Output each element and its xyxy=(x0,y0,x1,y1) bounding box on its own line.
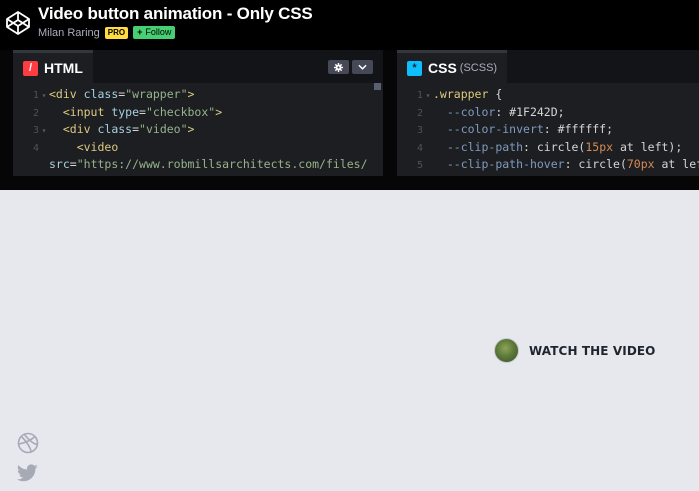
follow-label: Follow xyxy=(145,27,172,37)
tab-css-preprocessor: (SCSS) xyxy=(459,62,498,74)
code-token: --clip-path xyxy=(446,139,524,154)
code-token: { xyxy=(488,87,503,101)
code-line: 4 --clip-path: circle(15px at left); xyxy=(397,139,699,157)
author-name[interactable]: Milan Raring xyxy=(38,27,100,39)
line-number: 3 xyxy=(416,125,423,136)
code-line: 1 ▾ .wrapper { xyxy=(397,86,699,104)
css-pane-header: * CSS (SCSS) xyxy=(397,50,699,83)
code-token: > xyxy=(187,87,195,101)
result-preview: WATCH THE VIDEO xyxy=(0,190,699,491)
code-line: 5 --clip-path-hover: circle(70px at left… xyxy=(397,156,699,174)
author-row: Milan Raring PRO + Follow xyxy=(38,25,176,40)
line-number: 4 xyxy=(32,142,39,154)
line-number: 1 xyxy=(32,90,39,101)
code-line: 4 <video xyxy=(13,139,383,157)
twitter-icon[interactable] xyxy=(17,464,38,482)
tab-css[interactable]: * CSS (SCSS) xyxy=(397,50,508,83)
code-token: : circle( xyxy=(564,157,627,171)
fold-arrow-icon[interactable]: ▾ xyxy=(39,122,49,140)
html-code[interactable]: 1 ▾ <div class="wrapper"> 2 <input type="c… xyxy=(13,86,383,174)
code-token: type xyxy=(111,104,140,119)
video-thumbnail[interactable] xyxy=(494,338,519,363)
collapse-button[interactable] xyxy=(352,60,373,74)
tab-html[interactable]: / HTML xyxy=(13,50,93,83)
code-token: --color-invert xyxy=(446,122,544,136)
code-line: 2 <input type="checkbox"> xyxy=(13,104,383,122)
follow-button[interactable]: + Follow xyxy=(133,26,176,39)
header-bar: Video button animation - Only CSS Milan … xyxy=(0,0,699,50)
fold-arrow-icon[interactable]: ▾ xyxy=(423,87,433,105)
dribbble-icon[interactable] xyxy=(17,432,39,454)
line-number: 5 xyxy=(416,160,423,171)
code-token: --clip-path-hover xyxy=(446,157,565,171)
line-number: 4 xyxy=(416,142,423,154)
css-editor-pane: * CSS (SCSS) 1 ▾ .wrapper { 2 --color: #1F… xyxy=(397,50,699,176)
code-token: <input xyxy=(62,104,112,119)
code-token: 70px xyxy=(626,157,655,171)
code-token: = xyxy=(132,122,140,136)
code-token: at left); xyxy=(613,139,683,154)
pen-title[interactable]: Video button animation - Only CSS xyxy=(38,4,313,24)
code-token: "checkbox" xyxy=(145,104,216,119)
chevron-down-icon xyxy=(358,64,367,70)
fold-arrow-icon[interactable]: ▾ xyxy=(39,87,49,105)
code-line: src="https://www.robmillsarchitects.com/… xyxy=(13,156,383,174)
code-token: class xyxy=(83,87,119,101)
plus-icon: + xyxy=(137,27,143,37)
gear-icon xyxy=(334,62,343,72)
codepen-logo-icon[interactable] xyxy=(5,10,31,36)
line-number: 2 xyxy=(416,107,423,119)
code-token: 15px xyxy=(585,139,614,154)
code-line: 1 ▾ <div class="wrapper"> xyxy=(13,86,383,104)
resize-bar[interactable] xyxy=(0,176,699,190)
tab-css-label: CSS xyxy=(428,60,457,76)
code-token: = xyxy=(69,157,77,171)
code-line: 3 ▾ <div class="video"> xyxy=(13,121,383,139)
code-token: "video" xyxy=(139,122,188,136)
html-editor-pane: / HTML 1 ▾ <div class="wrapper"> 2 <input … xyxy=(13,50,383,176)
line-number: 1 xyxy=(416,90,423,101)
code-token: .wrapper xyxy=(433,87,489,101)
code-line: 2 --color: #1F242D; xyxy=(397,104,699,122)
code-token: --color xyxy=(446,104,496,119)
code-token: > xyxy=(215,104,223,119)
css-tab-icon: * xyxy=(407,60,422,76)
tab-html-label: HTML xyxy=(44,60,83,76)
pro-badge: PRO xyxy=(104,26,129,39)
editor-area: / HTML 1 ▾ <div class="wrapper"> 2 <input … xyxy=(0,50,699,176)
code-token: class xyxy=(97,122,133,136)
watch-video-button[interactable]: WATCH THE VIDEO xyxy=(494,338,655,363)
code-token: : circle( xyxy=(523,139,586,154)
settings-button[interactable] xyxy=(328,60,349,74)
html-pane-buttons xyxy=(325,60,373,74)
code-token: <div xyxy=(49,87,84,101)
html-tab-icon: / xyxy=(23,60,38,76)
watch-video-label[interactable]: WATCH THE VIDEO xyxy=(529,344,655,358)
code-token: "https://www.robmillsarchitects.com/file… xyxy=(76,157,368,171)
code-token: > xyxy=(187,122,195,136)
code-token: <video xyxy=(76,139,119,154)
css-code[interactable]: 1 ▾ .wrapper { 2 --color: #1F242D; 3 --col… xyxy=(397,86,699,174)
code-line: 3 --color-invert: #ffffff; xyxy=(397,121,699,139)
code-token: src xyxy=(49,157,70,171)
line-number: 3 xyxy=(32,125,39,136)
code-token: : #ffffff; xyxy=(543,122,614,136)
html-pane-header: / HTML xyxy=(13,50,383,83)
code-token: "wrapper" xyxy=(125,87,188,101)
code-token: <div xyxy=(62,122,98,136)
code-token: at left); xyxy=(661,157,699,171)
code-token: = xyxy=(139,104,146,119)
line-number: 2 xyxy=(32,107,39,119)
code-token: : #1F242D; xyxy=(495,104,565,119)
